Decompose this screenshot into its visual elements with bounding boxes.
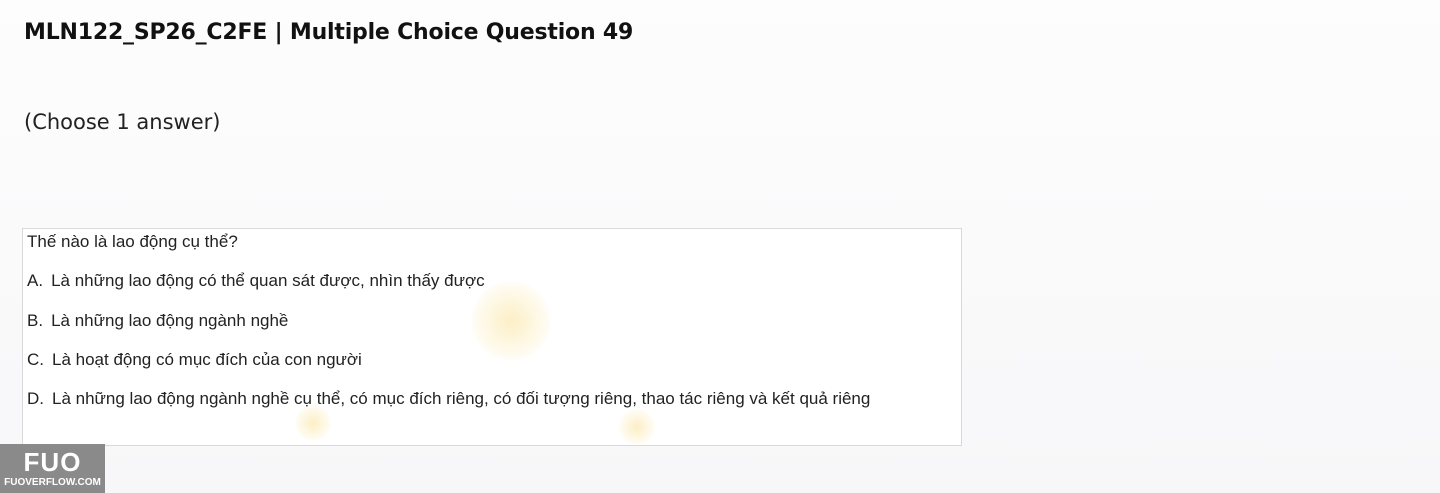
fuoverflow-logo: FUO FUOVERFLOW.COM (0, 444, 105, 493)
option-a: A. Là những lao động có thể quan sát được… (27, 271, 485, 291)
option-text: Là những lao động ngành nghề cụ thể, có … (52, 389, 871, 408)
question-text: Thế nào là lao động cụ thể? (27, 232, 238, 251)
option-letter: C. (27, 350, 44, 369)
option-text: Là những lao động có thể quan sát được, … (51, 271, 485, 290)
watermark-emoji-small (295, 405, 331, 441)
logo-site: FUOVERFLOW.COM (4, 477, 101, 488)
option-d: D. Là những lao động ngành nghề cụ thể, c… (27, 389, 870, 409)
option-c: C. Là hoạt động có mục đích của con người (27, 350, 362, 370)
watermark-emoji-large (471, 281, 551, 361)
option-text: Là hoạt động có mục đích của con người (52, 350, 362, 369)
question-image: Thế nào là lao động cụ thể? A. Là những l… (22, 228, 962, 446)
page-title: MLN122_SP26_C2FE | Multiple Choice Quest… (24, 20, 634, 45)
answer-instruction: (Choose 1 answer) (24, 110, 221, 134)
option-letter: B. (27, 311, 44, 330)
option-letter: A. (27, 271, 44, 290)
option-letter: D. (27, 389, 44, 408)
logo-mark: FUO (23, 447, 82, 477)
watermark-emoji-small (619, 409, 655, 445)
option-text: Là những lao động ngành nghề (51, 311, 289, 330)
option-b: B. Là những lao động ngành nghề (27, 311, 288, 331)
